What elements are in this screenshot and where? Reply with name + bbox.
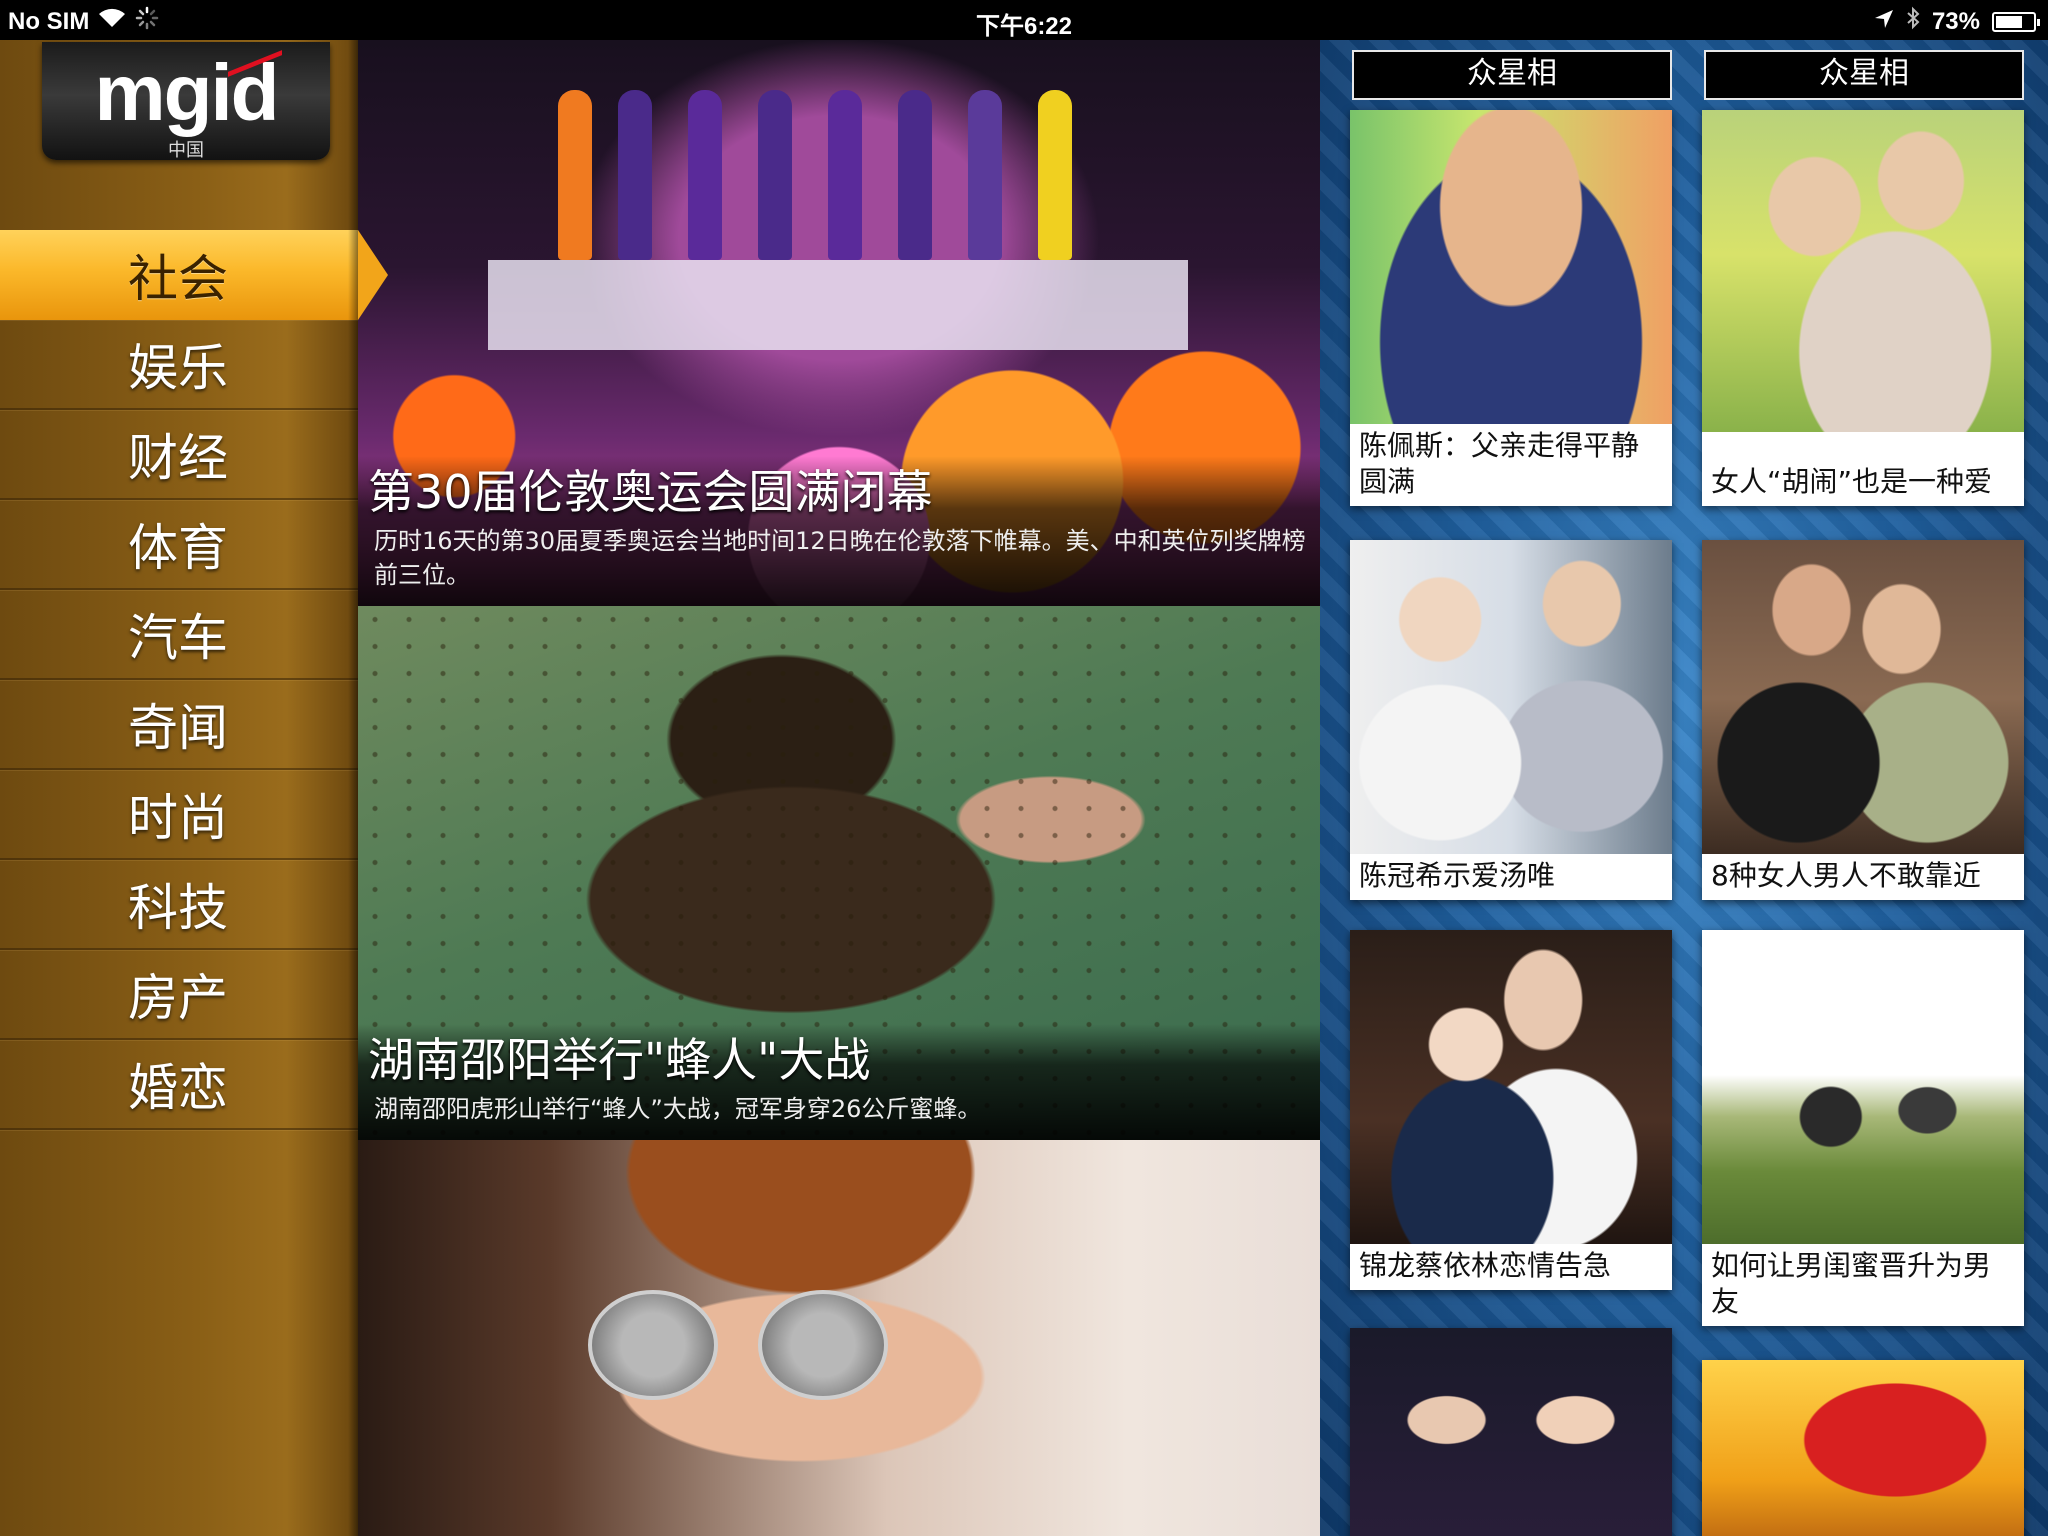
column-header: 众星相 <box>1352 50 1672 100</box>
tile-thumbnail <box>1350 1328 1672 1536</box>
figure <box>898 90 932 260</box>
tile-red-couple[interactable] <box>1702 1360 2024 1536</box>
story-olympics-closing[interactable]: 第30届伦敦奥运会圆满闭幕 历时16天的第30届夏季奥运会当地时间12日晚在伦敦… <box>358 40 1320 606</box>
story-title: 湖南邵阳举行"蜂人"大战 <box>368 1033 871 1087</box>
nav-item-sports[interactable]: 体育 <box>0 500 358 590</box>
story-caption: 湖南邵阳举行"蜂人"大战 湖南邵阳虎形山举行“蜂人”大战，冠军身穿26公斤蜜蜂。 <box>358 1024 1320 1140</box>
tile-title: 锦龙蔡依林恋情告急 <box>1350 1244 1672 1290</box>
tile-guy-friend[interactable]: 如何让男闺蜜晋升为男友 <box>1702 930 2024 1326</box>
tile-thumbnail <box>1702 1360 2024 1536</box>
stage-podium <box>488 260 1188 350</box>
story-image <box>358 1140 1320 1536</box>
nav-item-label: 社会 <box>128 250 228 308</box>
carrier-label: No SIM <box>8 7 90 35</box>
figure <box>558 90 592 260</box>
figure <box>828 90 862 260</box>
figure <box>1038 90 1072 260</box>
nav-item-label: 娱乐 <box>128 339 228 397</box>
category-nav: 社会 娱乐 财经 体育 汽车 奇闻 时尚 科技 房产 婚恋 <box>0 230 388 1130</box>
story-summary: 历时16天的第30届夏季奥运会当地时间12日晚在伦敦落下帷幕。美、中和英位列奖牌… <box>374 527 1306 589</box>
nav-item-society[interactable]: 社会 <box>0 230 388 320</box>
tile-woman-love[interactable]: 女人“胡闹”也是一种爱 <box>1702 110 2024 506</box>
nav-item-fashion[interactable]: 时尚 <box>0 770 358 860</box>
tile-title: 如何让男闺蜜晋升为男友 <box>1702 1244 2024 1326</box>
nav-item-entertainment[interactable]: 娱乐 <box>0 320 358 410</box>
tile-thumbnail <box>1702 930 2024 1252</box>
goggles-shape <box>588 1290 888 1400</box>
nav-item-label: 科技 <box>128 879 228 937</box>
nav-item-label: 房产 <box>128 969 228 1027</box>
nav-item-auto[interactable]: 汽车 <box>0 590 358 680</box>
nav-item-label: 体育 <box>128 519 228 577</box>
tile-title: 陈佩斯：父亲走得平静圆满 <box>1350 424 1672 506</box>
battery-level <box>1996 15 2023 28</box>
tile-title: 女人“胡闹”也是一种爱 <box>1702 460 2024 506</box>
battery-icon <box>1992 11 2040 32</box>
tile-chen-guanxi[interactable]: 陈冠希示爱汤唯 <box>1350 540 1672 900</box>
tile-thumbnail <box>1702 110 2024 432</box>
activity-spinner-icon <box>135 6 159 37</box>
tile-title: 陈冠希示爱汤唯 <box>1350 854 1672 900</box>
figure <box>758 90 792 260</box>
tile-title: 8种女人男人不敢靠近 <box>1702 854 2024 900</box>
column-header: 众星相 <box>1704 50 2024 100</box>
story-fashion[interactable] <box>358 1140 1320 1536</box>
nav-item-oddities[interactable]: 奇闻 <box>0 680 358 770</box>
figure <box>618 90 652 260</box>
status-bar: No SIM 下午6:22 73% <box>0 0 2048 40</box>
tile-liu-couple[interactable] <box>1350 1328 1672 1536</box>
figure <box>688 90 722 260</box>
nav-item-label: 婚恋 <box>128 1059 228 1117</box>
tile-thumbnail <box>1350 540 1672 858</box>
nav-item-label: 奇闻 <box>128 699 228 757</box>
figure <box>968 90 1002 260</box>
clock: 下午6:22 <box>975 13 1073 40</box>
app-logo[interactable]: mgid 中国 <box>42 39 330 161</box>
story-caption: 第30届伦敦奥运会圆满闭幕 历时16天的第30届夏季奥运会当地时间12日晚在伦敦… <box>358 456 1320 606</box>
celebrity-tiles: 众星相 众星相 陈佩斯：父亲走得平静圆满 陈冠希示爱汤唯 锦龙蔡依林恋情告急 女… <box>1320 40 2048 1536</box>
nav-item-label: 时尚 <box>128 789 228 847</box>
wifi-icon <box>97 7 127 36</box>
battery-percent: 73% <box>1931 7 1980 35</box>
tile-chen-peisi[interactable]: 陈佩斯：父亲走得平静圆满 <box>1350 110 1672 506</box>
tile-thumbnail <box>1702 540 2024 858</box>
nav-item-label: 汽车 <box>128 609 228 667</box>
logo-region: 中国 <box>168 140 204 161</box>
sidebar: mgid 中国 社会 娱乐 财经 体育 汽车 奇闻 时尚 科技 房产 婚恋 <box>0 39 388 1536</box>
tile-eight-women[interactable]: 8种女人男人不敢靠近 <box>1702 540 2024 900</box>
nav-item-label: 财经 <box>128 429 228 487</box>
nav-item-realestate[interactable]: 房产 <box>0 950 358 1040</box>
story-summary: 湖南邵阳虎形山举行“蜂人”大战，冠军身穿26公斤蜜蜂。 <box>374 1095 982 1123</box>
tile-jolin[interactable]: 锦龙蔡依林恋情告急 <box>1350 930 1672 1290</box>
tile-thumbnail <box>1350 930 1672 1248</box>
story-bee-man[interactable]: 湖南邵阳举行"蜂人"大战 湖南邵阳虎形山举行“蜂人”大战，冠军身穿26公斤蜜蜂。 <box>358 606 1320 1140</box>
feature-stories: 第30届伦敦奥运会圆满闭幕 历时16天的第30届夏季奥运会当地时间12日晚在伦敦… <box>358 40 1320 1536</box>
nav-item-finance[interactable]: 财经 <box>0 410 358 500</box>
bluetooth-icon <box>1906 6 1920 37</box>
nav-item-tech[interactable]: 科技 <box>0 860 358 950</box>
nav-item-dating[interactable]: 婚恋 <box>0 1040 358 1130</box>
tile-thumbnail <box>1350 110 1672 432</box>
story-title: 第30届伦敦奥运会圆满闭幕 <box>368 465 933 519</box>
location-arrow-icon <box>1874 8 1894 36</box>
logo-wordmark: mgid <box>94 48 279 137</box>
